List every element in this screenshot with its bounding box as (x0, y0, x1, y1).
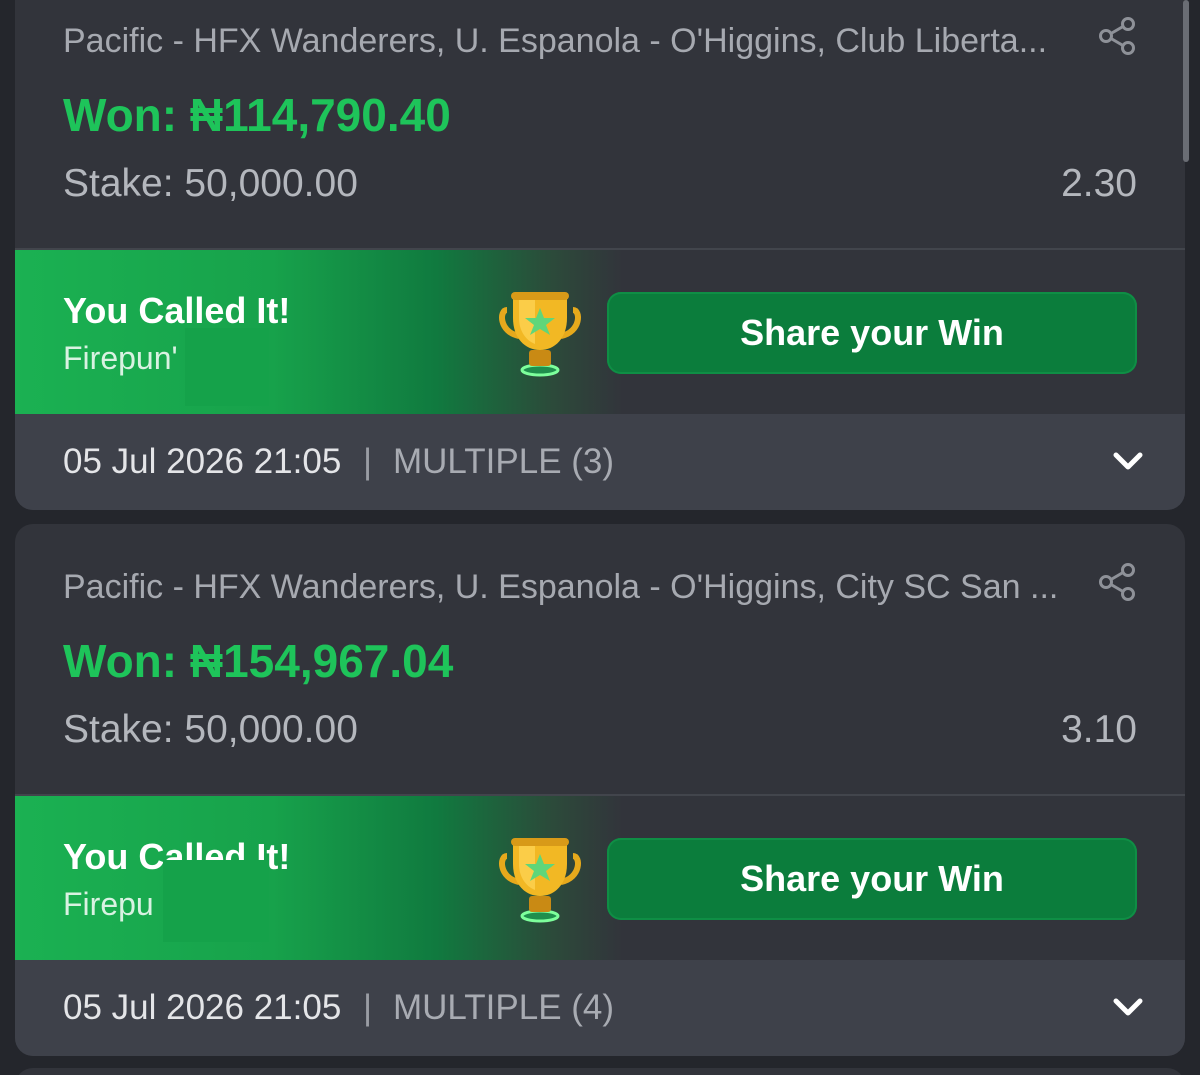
bet-events: Pacific - HFX Wanderers, U. Espanola - O… (63, 22, 1048, 60)
bet-summary: Pacific - HFX Wanderers, U. Espanola - O… (15, 0, 1185, 248)
total-odds: 2.30 (1061, 162, 1137, 205)
bet-summary: Pacific - HFX Wanderers, U. Espanola - O… (15, 524, 1185, 794)
bet-type: MULTIPLE (4) (393, 988, 615, 1027)
banner-title: You Called It! (63, 290, 291, 331)
share-your-win-button[interactable]: Share your Win (607, 838, 1137, 920)
bet-events: Pacific - HFX Wanderers, U. Espanola - O… (63, 568, 1059, 606)
banner-username: Firepu (63, 886, 154, 922)
bet-card[interactable] (15, 1068, 1185, 1075)
win-banner: You Called It! Firepu Share your Win (15, 796, 1185, 960)
separator: | (363, 988, 373, 1027)
stake-amount: Stake: 50,000.00 (63, 708, 358, 751)
bet-date: 05 Jul 2026 21:05 (63, 988, 342, 1027)
redaction-mask (163, 860, 269, 942)
won-amount: Won: ₦154,967.04 (63, 635, 454, 687)
banner-username: Firepun' (63, 340, 178, 376)
bet-footer[interactable]: 05 Jul 2026 21:05 | MULTIPLE (3) (15, 414, 1185, 510)
trophy-icon (499, 838, 581, 923)
trophy-icon (499, 292, 581, 377)
chevron-down-icon[interactable] (1111, 992, 1145, 1022)
bet-footer[interactable]: 05 Jul 2026 21:05 | MULTIPLE (4) (15, 960, 1185, 1056)
bet-history-feed: Pacific - HFX Wanderers, U. Espanola - O… (0, 0, 1200, 1075)
bet-card[interactable]: Pacific - HFX Wanderers, U. Espanola - O… (15, 0, 1185, 510)
share-icon[interactable] (1097, 16, 1137, 56)
bet-card[interactable]: Pacific - HFX Wanderers, U. Espanola - O… (15, 524, 1185, 1056)
scrollbar[interactable] (1183, 0, 1189, 162)
bet-type: MULTIPLE (3) (393, 442, 615, 481)
chevron-down-icon[interactable] (1111, 446, 1145, 476)
bet-date: 05 Jul 2026 21:05 (63, 442, 342, 481)
total-odds: 3.10 (1061, 708, 1137, 751)
win-banner: You Called It! Firepun' Share your Win (15, 250, 1185, 414)
redaction-mask (185, 328, 269, 406)
share-icon[interactable] (1097, 562, 1137, 602)
separator: | (363, 442, 373, 481)
share-your-win-button[interactable]: Share your Win (607, 292, 1137, 374)
won-amount: Won: ₦114,790.40 (63, 89, 451, 141)
stake-amount: Stake: 50,000.00 (63, 162, 358, 205)
